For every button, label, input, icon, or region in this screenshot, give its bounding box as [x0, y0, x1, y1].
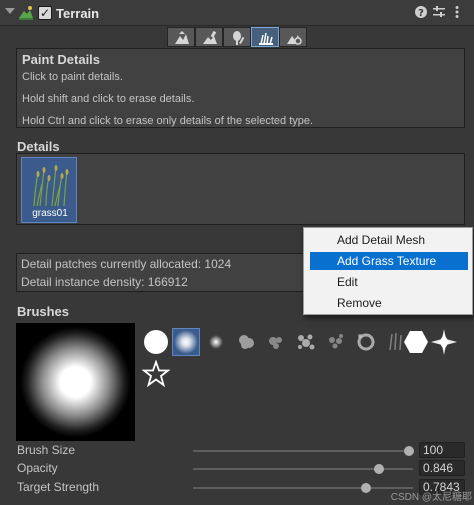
menu-item-edit[interactable]: Edit [310, 273, 468, 291]
paint-details-help-box: Paint Details Click to paint details. Ho… [16, 48, 465, 128]
help-line-ctrl: Hold Ctrl and click to erase only detail… [22, 115, 314, 127]
enable-checkbox[interactable]: ✓ [38, 6, 52, 20]
target-strength-label: Target Strength [17, 480, 100, 494]
brush-palette [140, 326, 460, 388]
brush-noise[interactable] [262, 328, 290, 356]
brush-preview [16, 323, 135, 441]
brush-size-slider-thumb[interactable] [403, 446, 414, 456]
help-line-click: Click to paint details. [22, 71, 123, 83]
terrain-settings-icon [287, 35, 302, 45]
help-line-shift: Hold shift and click to erase details. [22, 93, 195, 105]
terrain-settings-button[interactable] [279, 27, 307, 47]
brush-size-label: Brush Size [17, 443, 76, 457]
detail-item-grass01[interactable]: grass01 [21, 157, 77, 223]
opacity-field[interactable]: 0.846 [419, 460, 465, 476]
target-strength-slider-thumb[interactable] [360, 483, 371, 493]
paint-details-icon [259, 32, 273, 45]
brushes-label: Brushes [17, 304, 70, 319]
opacity-label: Opacity [17, 461, 58, 475]
brush-splatter[interactable] [292, 328, 320, 356]
terrain-component-icon [18, 5, 34, 21]
preset-icon[interactable] [432, 5, 446, 21]
target-strength-slider[interactable] [193, 483, 413, 493]
brush-star-outline[interactable] [141, 359, 171, 388]
brush-scatter[interactable] [322, 328, 350, 356]
raise-lower-terrain-button[interactable] [167, 27, 195, 47]
opacity-slider[interactable] [193, 464, 413, 474]
brush-circle-hard[interactable] [142, 328, 170, 356]
brush-size-field[interactable]: 100 [419, 442, 465, 458]
terrain-toolbar [167, 27, 309, 47]
kebab-menu-icon[interactable] [450, 5, 464, 21]
paint-texture-icon [203, 31, 217, 44]
component-header: ✓ Terrain ? [0, 0, 474, 26]
paint-details-button[interactable] [251, 27, 279, 47]
details-label: Details [17, 139, 60, 154]
brush-size-slider[interactable] [193, 446, 414, 456]
menu-item-add-detail-mesh[interactable]: Add Detail Mesh [310, 231, 468, 249]
paint-texture-button[interactable] [195, 27, 223, 47]
svg-text:?: ? [418, 8, 424, 19]
brush-hexagon[interactable] [402, 328, 430, 356]
brush-circle-soft[interactable] [172, 328, 200, 356]
brush-small-soft[interactable] [202, 328, 230, 356]
paint-trees-icon [233, 31, 245, 45]
menu-item-add-grass-texture[interactable]: Add Grass Texture [310, 252, 468, 270]
menu-item-remove[interactable]: Remove [310, 294, 468, 312]
grass-texture-thumbnail [33, 165, 69, 206]
details-list: grass01 [16, 153, 465, 225]
paint-details-title: Paint Details [22, 52, 101, 67]
help-icon[interactable]: ? [414, 5, 428, 21]
brush-starburst[interactable] [430, 328, 458, 356]
opacity-slider-thumb[interactable] [374, 464, 385, 474]
brush-cloud[interactable] [232, 328, 260, 356]
brush-ring[interactable] [352, 328, 380, 356]
detail-patches-text: Detail patches currently allocated: 1024 [21, 257, 232, 271]
detail-item-label: grass01 [32, 208, 68, 219]
component-title: Terrain [56, 6, 100, 21]
watermark: CSDN @太尼糖耶 [390, 492, 472, 503]
paint-trees-button[interactable] [223, 27, 251, 47]
detail-density-text: Detail instance density: 166912 [21, 275, 188, 289]
add-detail-context-menu: Add Detail Mesh Add Grass Texture Edit R… [303, 227, 473, 315]
foldout-arrow-icon[interactable] [5, 8, 15, 14]
raise-lower-icon [175, 31, 189, 44]
